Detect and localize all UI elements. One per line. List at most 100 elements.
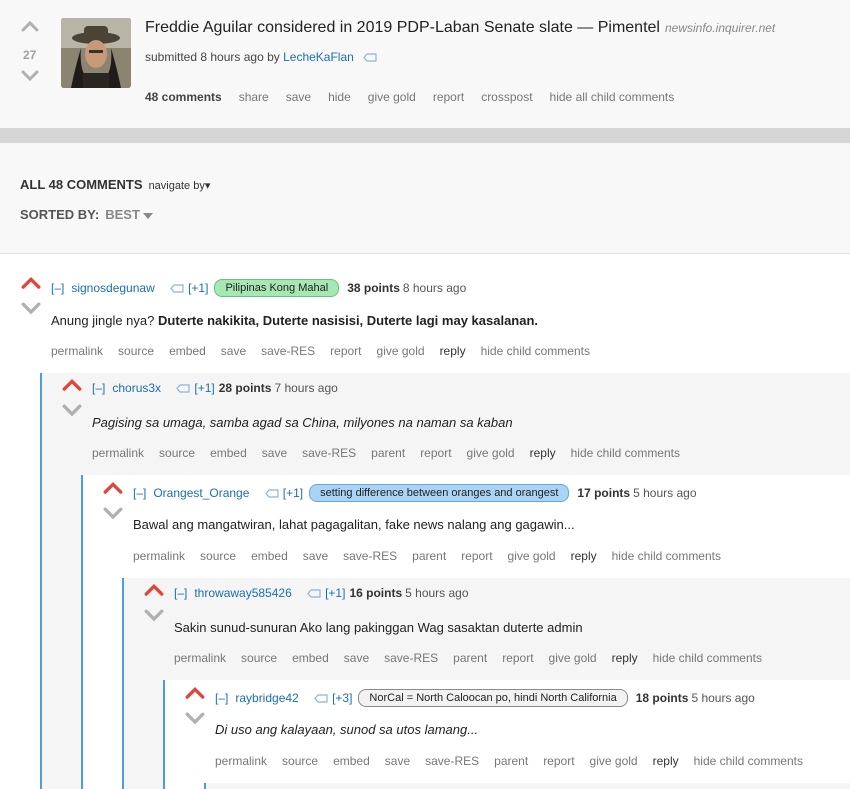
save-button[interactable]: save xyxy=(303,549,328,563)
downvote-arrow-icon[interactable] xyxy=(144,609,164,622)
report-button[interactable]: report xyxy=(330,344,361,358)
embed-button[interactable]: embed xyxy=(292,651,329,665)
user-tag-icon[interactable] xyxy=(176,384,190,393)
hide-child-comments-button[interactable]: hide child comments xyxy=(653,651,762,665)
report-button[interactable]: report xyxy=(420,446,451,460)
user-tag-icon[interactable] xyxy=(170,284,184,293)
upvote-arrow-icon[interactable] xyxy=(21,276,41,289)
source-button[interactable]: source xyxy=(241,651,277,665)
embed-button[interactable]: embed xyxy=(169,344,206,358)
parent-button[interactable]: parent xyxy=(412,549,446,563)
embed-button[interactable]: embed xyxy=(251,549,288,563)
save-button[interactable]: save xyxy=(385,754,410,768)
upvote-arrow-icon[interactable] xyxy=(144,583,164,596)
user-tag-icon[interactable] xyxy=(363,53,377,62)
collapse-toggle[interactable]: [–] xyxy=(174,586,187,600)
comments-count-link[interactable]: 48 comments xyxy=(145,90,222,104)
sort-caret-icon[interactable] xyxy=(142,212,153,219)
crosspost-button[interactable]: crosspost xyxy=(481,90,532,104)
report-button[interactable]: report xyxy=(433,90,464,104)
give-gold-button[interactable]: give gold xyxy=(467,446,515,460)
thread-line[interactable] xyxy=(204,783,206,789)
source-button[interactable]: source xyxy=(200,549,236,563)
report-button[interactable]: report xyxy=(461,549,492,563)
permalink-button[interactable]: permalink xyxy=(215,754,267,768)
reply-button[interactable]: reply xyxy=(571,549,597,563)
thread-line[interactable] xyxy=(81,475,83,789)
save-res-button[interactable]: save-RES xyxy=(425,754,479,768)
save-button[interactable]: save xyxy=(344,651,369,665)
permalink-button[interactable]: permalink xyxy=(92,446,144,460)
thread-line[interactable] xyxy=(122,578,124,789)
permalink-button[interactable]: permalink xyxy=(133,549,185,563)
downvote-arrow-icon[interactable] xyxy=(21,302,41,315)
save-button[interactable]: save xyxy=(262,446,287,460)
reply-button[interactable]: reply xyxy=(440,344,466,358)
hide-child-comments-button[interactable]: hide child comments xyxy=(694,754,803,768)
give-gold-button[interactable]: give gold xyxy=(549,651,597,665)
hide-child-comments-button[interactable]: hide child comments xyxy=(571,446,680,460)
permalink-button[interactable]: permalink xyxy=(174,651,226,665)
comment-author[interactable]: Orangest_Orange xyxy=(153,486,249,500)
save-res-button[interactable]: save-RES xyxy=(302,446,356,460)
post-title-text[interactable]: Freddie Aguilar considered in 2019 PDP-L… xyxy=(145,19,660,36)
post-domain[interactable]: newsinfo.inquirer.net xyxy=(665,21,775,35)
collapse-toggle[interactable]: [–] xyxy=(51,281,64,295)
collapse-toggle[interactable]: [–] xyxy=(133,486,146,500)
give-gold-button[interactable]: give gold xyxy=(590,754,638,768)
upvote-arrow-icon[interactable] xyxy=(103,481,123,494)
downvote-arrow-icon[interactable] xyxy=(185,712,205,725)
save-res-button[interactable]: save-RES xyxy=(384,651,438,665)
comment-author[interactable]: raybridge42 xyxy=(235,691,298,705)
source-button[interactable]: source xyxy=(118,344,154,358)
upvote-arrow-icon[interactable] xyxy=(21,20,39,32)
collapse-toggle[interactable]: [–] xyxy=(92,381,105,395)
report-button[interactable]: report xyxy=(502,651,533,665)
thread-line[interactable] xyxy=(40,373,42,789)
save-res-button[interactable]: save-RES xyxy=(343,549,397,563)
post-title[interactable]: Freddie Aguilar considered in 2019 PDP-L… xyxy=(145,19,775,37)
parent-button[interactable]: parent xyxy=(494,754,528,768)
user-tag-icon[interactable] xyxy=(314,694,328,703)
comment-author[interactable]: chorus3x xyxy=(112,381,161,395)
comment-author[interactable]: throwaway585426 xyxy=(194,586,291,600)
save-button[interactable]: save xyxy=(286,90,311,104)
comment-author[interactable]: signosdegunaw xyxy=(71,281,154,295)
reply-button[interactable]: reply xyxy=(653,754,679,768)
parent-button[interactable]: parent xyxy=(371,446,405,460)
save-res-button[interactable]: save-RES xyxy=(261,344,315,358)
thread-line[interactable] xyxy=(163,680,165,789)
user-tag-icon[interactable] xyxy=(264,489,279,498)
post-author-link[interactable]: LecheKaFlan xyxy=(283,50,354,64)
downvote-arrow-icon[interactable] xyxy=(103,507,123,520)
reply-button[interactable]: reply xyxy=(530,446,556,460)
downvote-arrow-icon[interactable] xyxy=(21,70,39,82)
upvote-arrow-icon[interactable] xyxy=(62,378,82,391)
downvote-arrow-icon[interactable] xyxy=(62,404,82,417)
hide-button[interactable]: hide xyxy=(328,90,351,104)
source-button[interactable]: source xyxy=(282,754,318,768)
reply-button[interactable]: reply xyxy=(612,651,638,665)
navigate-by-dropdown[interactable]: navigate by▾ xyxy=(149,180,211,192)
post-thumbnail[interactable] xyxy=(61,18,131,88)
user-tag-icon[interactable] xyxy=(307,589,321,598)
source-button[interactable]: source xyxy=(159,446,195,460)
give-gold-button[interactable]: give gold xyxy=(377,344,425,358)
give-gold-button[interactable]: give gold xyxy=(368,90,416,104)
collapse-toggle[interactable]: [–] xyxy=(215,691,228,705)
parent-button[interactable]: parent xyxy=(453,651,487,665)
embed-button[interactable]: embed xyxy=(210,446,247,460)
hide-child-comments-button[interactable]: hide child comments xyxy=(612,549,721,563)
report-button[interactable]: report xyxy=(543,754,574,768)
sort-value[interactable]: BEST xyxy=(105,207,140,222)
hide-child-comments-button[interactable]: hide child comments xyxy=(481,344,590,358)
embed-button[interactable]: embed xyxy=(333,754,370,768)
share-button[interactable]: share xyxy=(239,90,269,104)
post-tagline: submitted 8 hours ago by LecheKaFlan xyxy=(145,50,377,64)
hide-all-child-comments-button[interactable]: hide all child comments xyxy=(550,90,675,104)
save-button[interactable]: save xyxy=(221,344,246,358)
permalink-button[interactable]: permalink xyxy=(51,344,103,358)
give-gold-button[interactable]: give gold xyxy=(508,549,556,563)
upvote-arrow-icon[interactable] xyxy=(185,686,205,699)
navigate-by-label[interactable]: navigate by xyxy=(149,180,205,192)
